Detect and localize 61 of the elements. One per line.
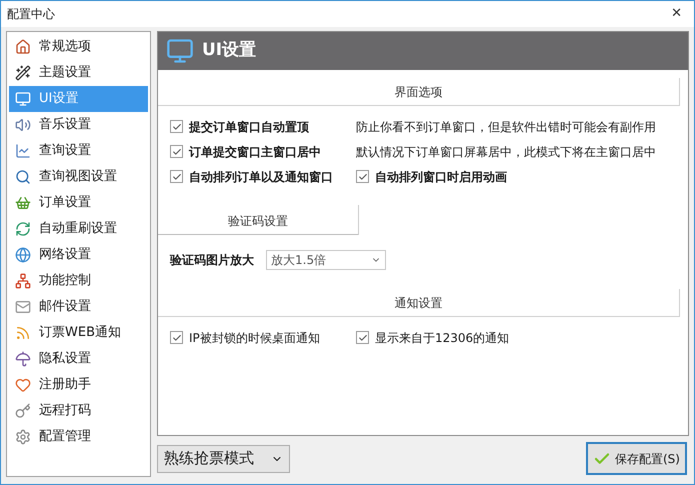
sidebar-item[interactable]: 配置管理 <box>9 424 148 450</box>
sidebar-item[interactable]: 查询视图设置 <box>9 164 148 190</box>
zoom-select[interactable]: 放大1.5倍 <box>266 250 386 270</box>
monitor-icon <box>15 91 31 107</box>
wand-icon <box>15 65 31 81</box>
checkbox-option[interactable]: 自动排列订单以及通知窗口 <box>170 168 356 186</box>
sidebar-item[interactable]: 音乐设置 <box>9 112 148 138</box>
envelope-icon <box>15 299 31 315</box>
checkbox[interactable] <box>170 145 183 158</box>
sidebar-item[interactable]: 网络设置 <box>9 242 148 268</box>
sidebar-item[interactable]: 远程打码 <box>9 398 148 424</box>
checkbox-option[interactable]: 显示来自于12306的通知 <box>356 328 676 346</box>
mode-select[interactable]: 熟练抢票模式 <box>157 444 290 472</box>
heart-icon <box>15 377 31 393</box>
sidebar-item[interactable]: 订票WEB通知 <box>9 320 148 346</box>
check-icon <box>358 172 368 182</box>
check-icon <box>172 332 182 342</box>
monitor-icon <box>166 37 194 65</box>
check-icon <box>172 122 182 132</box>
gear-icon <box>15 429 31 445</box>
option-description: 防止你看不到订单窗口，但是软件出错时可能会有副作用 <box>356 118 657 136</box>
sidebar-item[interactable]: 常规选项 <box>9 34 148 60</box>
sidebar-item[interactable]: 主题设置 <box>9 60 148 86</box>
check-icon <box>358 332 368 342</box>
sidebar-item[interactable]: 功能控制 <box>9 268 148 294</box>
checkbox[interactable] <box>170 120 183 133</box>
sidebar-item[interactable]: 邮件设置 <box>9 294 148 320</box>
checkbox-option[interactable]: 订单提交窗口主窗口居中 <box>170 142 356 160</box>
umbrella-icon <box>15 351 31 367</box>
key-icon <box>15 403 31 419</box>
sidebar-item[interactable]: 订单设置 <box>9 190 148 216</box>
option-description: 默认情况下订单窗口屏幕居中，此模式下将在主窗口居中 <box>356 144 657 160</box>
section-header: 通知设置 <box>158 289 680 317</box>
sidebar-item[interactable]: 自动重刷设置 <box>9 216 148 242</box>
basket-icon <box>15 195 31 211</box>
chart-icon <box>15 143 31 159</box>
checkbox[interactable] <box>356 331 369 344</box>
house-icon <box>15 39 31 55</box>
check-icon <box>172 146 182 156</box>
sidebar-item[interactable]: 查询设置 <box>9 138 148 164</box>
arrows-icon <box>15 221 31 237</box>
field-label: 验证码图片放大 <box>170 252 254 269</box>
checkbox[interactable] <box>356 170 369 183</box>
magnifier-icon <box>15 169 31 185</box>
section-header: 界面选项 <box>158 78 680 106</box>
save-button[interactable]: 保存配置(S) <box>586 442 687 475</box>
sidebar-item[interactable]: 隐私设置 <box>9 346 148 372</box>
rss-icon <box>15 325 31 341</box>
checkbox[interactable] <box>170 170 183 183</box>
checkbox-option[interactable]: 提交订单窗口自动置顶 <box>170 118 356 136</box>
check-icon <box>172 172 182 182</box>
checkbox-option[interactable]: 自动排列窗口时启用动画 <box>356 168 676 186</box>
speaker-icon <box>15 117 31 133</box>
network-icon <box>15 273 31 289</box>
sidebar-item[interactable]: 注册助手 <box>9 372 148 398</box>
window-title: 配置中心 <box>7 6 55 23</box>
panel-title: UI设置 <box>202 39 256 62</box>
checkbox[interactable] <box>170 331 183 344</box>
globe-icon <box>15 247 31 263</box>
checkbox-option[interactable]: IP被封锁的时候桌面通知 <box>170 328 356 346</box>
close-button[interactable]: ✕ <box>671 4 682 24</box>
